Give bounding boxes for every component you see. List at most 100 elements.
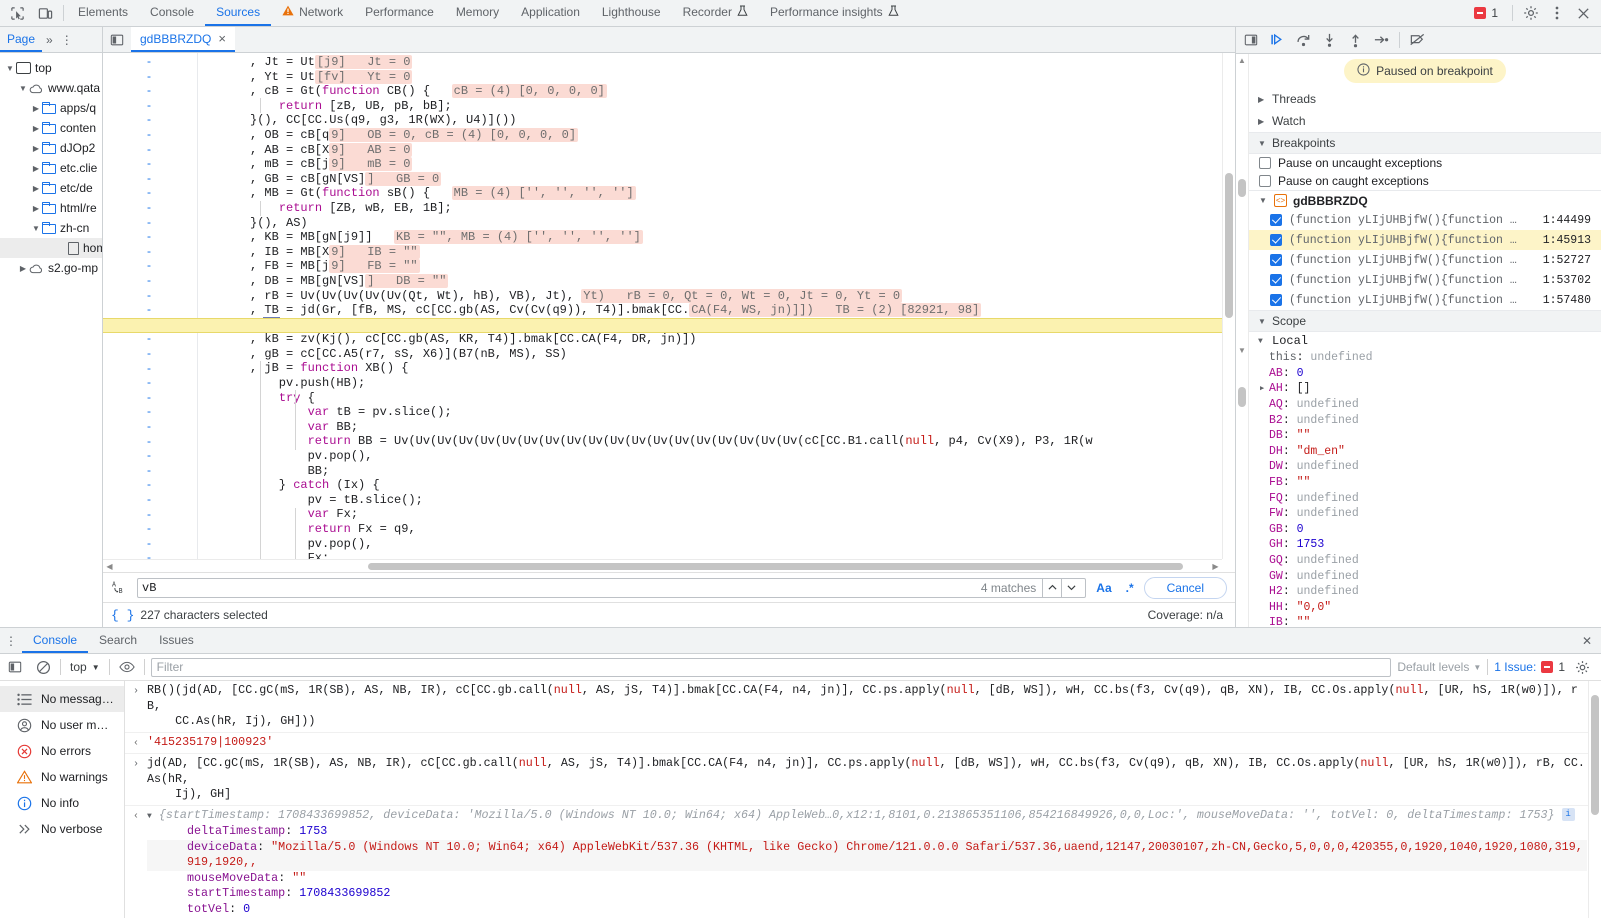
breakpoint-row[interactable]: (function yLIjUHBjfW(){function … 1:52727 bbox=[1249, 250, 1601, 270]
twisty-icon[interactable]: ▶ bbox=[30, 184, 42, 193]
console-message[interactable]: ‹ ▼ {startTimestamp: 1708433699852, devic… bbox=[125, 806, 1601, 918]
find-previous-button[interactable] bbox=[1043, 578, 1063, 597]
close-devtools-icon[interactable] bbox=[1571, 1, 1595, 25]
scope-variable-row[interactable]: FB: "" bbox=[1249, 475, 1601, 491]
scope-variable-row[interactable]: FQ: undefined bbox=[1249, 490, 1601, 506]
file-tree-node[interactable]: ▶ apps/q bbox=[0, 98, 102, 118]
console-levels-selector[interactable]: Default levels ▼ bbox=[1397, 660, 1481, 674]
file-tree-node[interactable]: ▶ s2.go-mp bbox=[0, 258, 102, 278]
file-tree-node[interactable]: ▶ etc/de bbox=[0, 178, 102, 198]
code-horizontal-scrollbar[interactable]: ◀ ▶ bbox=[103, 559, 1222, 572]
console-sidebar-item[interactable]: No messag… bbox=[0, 686, 124, 712]
drawer-tab-search[interactable]: Search bbox=[88, 628, 148, 653]
device-toolbar-icon[interactable] bbox=[34, 2, 56, 24]
console-vertical-scrollbar[interactable] bbox=[1588, 681, 1601, 918]
breakpoint-row[interactable]: (function yLIjUHBjfW(){function … 1:45913 bbox=[1249, 230, 1601, 250]
scroll-thumb[interactable] bbox=[368, 563, 1183, 570]
console-sidebar-item[interactable]: No verbose bbox=[0, 816, 124, 842]
code-scroll-area[interactable]: , Jt = Ut [j9] Jt = 0 , Yt = Ut [fv] Yt = … bbox=[250, 53, 1235, 572]
scroll-right-arrow[interactable]: ▶ bbox=[1209, 562, 1222, 571]
scope-variable-row[interactable]: H2: undefined bbox=[1249, 584, 1601, 600]
tab-memory[interactable]: Memory bbox=[445, 0, 510, 26]
drawer-tab-issues[interactable]: Issues bbox=[148, 628, 205, 653]
breakpoint-checkbox[interactable] bbox=[1270, 274, 1282, 286]
file-tree-node[interactable]: hom bbox=[0, 238, 102, 258]
file-tree-node[interactable]: ▼ zh-cn bbox=[0, 218, 102, 238]
tab-elements[interactable]: Elements bbox=[67, 0, 139, 26]
scope-variable-row[interactable]: FW: undefined bbox=[1249, 506, 1601, 522]
file-tree-node[interactable]: ▼ www.qata bbox=[0, 78, 102, 98]
breakpoint-row[interactable]: (function yLIjUHBjfW(){function … 1:44499 bbox=[1249, 210, 1601, 230]
scope-variable-row[interactable]: IB: "" bbox=[1249, 615, 1601, 627]
scroll-thumb-2[interactable] bbox=[1238, 387, 1246, 407]
checkbox[interactable] bbox=[1259, 175, 1271, 187]
object-property-row[interactable]: startTimestamp: 1708433699852 bbox=[147, 886, 1587, 902]
file-tree-node[interactable]: ▶ dJOp2 bbox=[0, 138, 102, 158]
inspect-element-icon[interactable] bbox=[6, 2, 28, 24]
scope-variable-row[interactable]: B2: undefined bbox=[1249, 412, 1601, 428]
object-property-row[interactable]: totVel: 0 bbox=[147, 902, 1587, 918]
step-over-button[interactable] bbox=[1290, 28, 1316, 52]
console-sidebar-item[interactable]: No user m… bbox=[0, 712, 124, 738]
console-message[interactable]: ‹ '415235179|100923' bbox=[125, 733, 1601, 754]
tab-recorder[interactable]: Recorder bbox=[672, 0, 759, 26]
tab-console[interactable]: Console bbox=[139, 0, 205, 26]
console-sidebar-item[interactable]: No errors bbox=[0, 738, 124, 764]
scope-variable-row[interactable]: GH: 1753 bbox=[1249, 537, 1601, 553]
find-cancel-button[interactable]: Cancel bbox=[1143, 576, 1227, 599]
pretty-print-icon[interactable]: { } bbox=[111, 608, 134, 623]
drawer-close-icon[interactable]: ✕ bbox=[1573, 628, 1601, 653]
file-tree-node[interactable]: ▶ html/re bbox=[0, 198, 102, 218]
console-message[interactable]: › jd(AD, [CC.gC(mS, 1R(SB), AS, NB, IR), … bbox=[125, 754, 1601, 806]
pause-caught-row[interactable]: Pause on caught exceptions bbox=[1249, 172, 1601, 190]
section-scope[interactable]: ▼ Scope bbox=[1249, 310, 1601, 332]
object-property-row[interactable]: deviceData: "Mozilla/5.0 (Windows NT 10.… bbox=[147, 839, 1587, 871]
object-property-row[interactable]: deltaTimestamp: 1753 bbox=[147, 824, 1587, 840]
console-context-selector[interactable]: top ▼ bbox=[67, 660, 103, 674]
scope-variable-row[interactable]: ▶ AH: [] bbox=[1249, 381, 1601, 397]
scope-variable-row[interactable]: GW: undefined bbox=[1249, 568, 1601, 584]
twisty-icon[interactable]: ▶ bbox=[17, 264, 29, 273]
console-filter-input[interactable] bbox=[150, 657, 1392, 677]
scope-variable-row[interactable]: DH: "dm_en" bbox=[1249, 444, 1601, 460]
drawer-kebab-icon[interactable]: ⋮ bbox=[0, 628, 22, 653]
code-editor[interactable]: --------------------------------------- … bbox=[103, 53, 1235, 572]
twisty-icon[interactable]: ▼ bbox=[17, 84, 29, 93]
scroll-up-arrow[interactable]: ▲ bbox=[1236, 54, 1248, 67]
find-next-button[interactable] bbox=[1062, 578, 1081, 597]
breakpoint-checkbox[interactable] bbox=[1270, 294, 1282, 306]
navigator-kebab-icon[interactable]: ⋮ bbox=[57, 27, 77, 52]
info-badge-icon[interactable]: i bbox=[1561, 807, 1575, 821]
console-message[interactable]: › RB()(jd(AD, [CC.gC(mS, 1R(SB), AS, NB, … bbox=[125, 681, 1601, 733]
console-sidebar-item[interactable]: No info bbox=[0, 790, 124, 816]
section-breakpoints[interactable]: ▼ Breakpoints bbox=[1249, 132, 1601, 154]
scroll-left-arrow[interactable]: ◀ bbox=[103, 562, 116, 571]
deactivate-breakpoints-button[interactable] bbox=[1405, 28, 1431, 52]
file-tree-node[interactable]: ▶ etc.clie bbox=[0, 158, 102, 178]
error-count-badge[interactable]: 1 bbox=[1466, 6, 1506, 20]
twisty-icon[interactable]: ▶ bbox=[30, 104, 42, 113]
pause-uncaught-row[interactable]: Pause on uncaught exceptions bbox=[1249, 154, 1601, 172]
breakpoint-checkbox[interactable] bbox=[1270, 214, 1282, 226]
clear-console-icon[interactable] bbox=[32, 656, 54, 678]
tab-application[interactable]: Application bbox=[510, 0, 591, 26]
find-input[interactable] bbox=[142, 580, 981, 595]
section-threads[interactable]: ▶ Threads bbox=[1249, 88, 1601, 110]
resume-script-button[interactable] bbox=[1264, 28, 1290, 52]
object-property-row[interactable]: ▶ [[Prototype]]: Object bbox=[147, 917, 1587, 918]
scope-variable-row[interactable]: GB: 0 bbox=[1249, 522, 1601, 538]
twisty-icon[interactable]: ▼ bbox=[4, 64, 16, 73]
scope-variable-row[interactable]: AB: 0 bbox=[1249, 366, 1601, 382]
twisty-icon[interactable]: ▶ bbox=[30, 204, 42, 213]
console-issues-link[interactable]: 1 Issue: 1 bbox=[1494, 660, 1565, 674]
breakpoint-checkbox[interactable] bbox=[1270, 234, 1282, 246]
scope-variable-row[interactable]: AQ: undefined bbox=[1249, 397, 1601, 413]
step-button[interactable] bbox=[1368, 28, 1394, 52]
replace-toggle-icon[interactable]: AB bbox=[109, 579, 131, 596]
twisty-icon[interactable]: ▶ bbox=[30, 124, 42, 133]
scope-variable-row[interactable]: GQ: undefined bbox=[1249, 553, 1601, 569]
breakpoint-checkbox[interactable] bbox=[1270, 254, 1282, 266]
navigator-tab-page[interactable]: Page bbox=[0, 27, 43, 52]
twisty-icon[interactable]: ▼ bbox=[30, 224, 42, 233]
object-property-row[interactable]: mouseMoveData: "" bbox=[147, 871, 1587, 887]
